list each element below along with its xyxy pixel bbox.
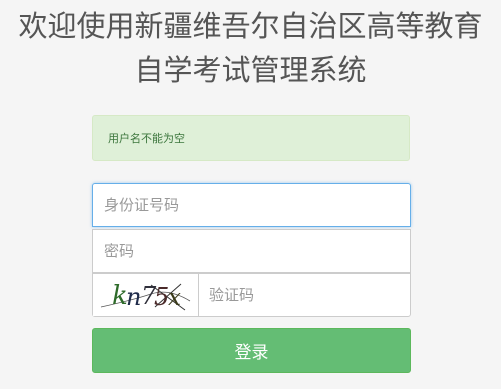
captcha-image[interactable]: k n 7 5 x xyxy=(93,274,199,316)
page-title-line-2: 自学考试管理系统 xyxy=(134,53,367,87)
error-alert: 用户名不能为空 xyxy=(92,115,410,161)
captcha-char-4: 5 xyxy=(154,283,169,311)
captcha-char-2: n xyxy=(126,283,141,311)
login-button[interactable]: 登录 xyxy=(92,328,411,373)
id-card-input[interactable] xyxy=(92,183,411,227)
captcha-input[interactable] xyxy=(199,274,410,316)
password-input[interactable] xyxy=(92,229,411,273)
captcha-row: k n 7 5 x xyxy=(92,273,411,317)
page-title-line-1: 欢迎使用新疆维吾尔自治区高等教育 xyxy=(18,9,483,43)
captcha-graphic: k n 7 5 x xyxy=(100,281,191,311)
captcha-char-5: x xyxy=(168,285,181,311)
error-alert-message: 用户名不能为空 xyxy=(108,132,185,145)
